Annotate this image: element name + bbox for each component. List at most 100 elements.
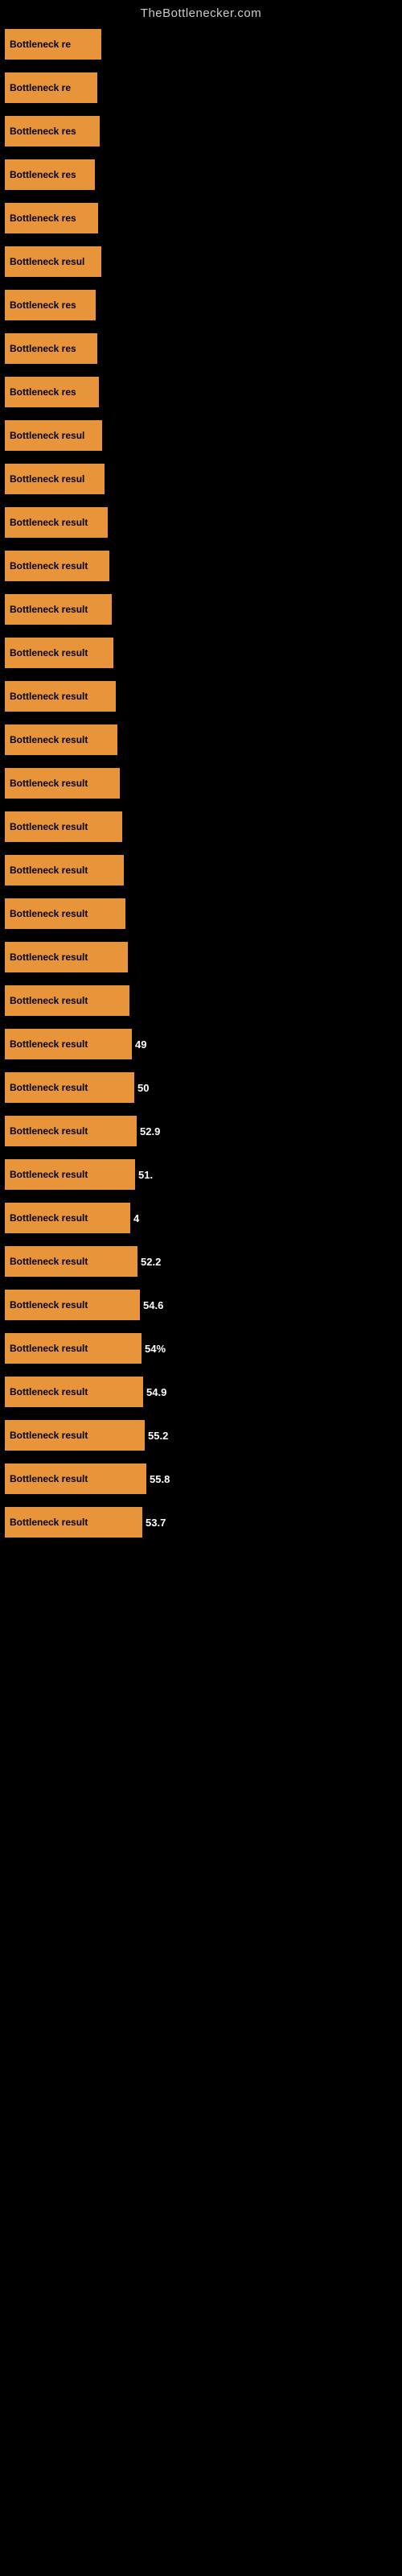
bar-container: Bottleneck result 53.7: [5, 1507, 166, 1538]
list-item: Bottleneck res: [0, 371, 402, 413]
list-item: Bottleneck result54.9: [0, 1371, 402, 1413]
bar-container: Bottleneck result 52.2: [5, 1246, 161, 1277]
list-item: Bottleneck result54.6: [0, 1284, 402, 1326]
bar-container: Bottleneck result50: [5, 1072, 149, 1103]
list-item: Bottleneck result52.9: [0, 1110, 402, 1152]
list-item: Bottleneck res: [0, 154, 402, 196]
bar: Bottleneck result: [5, 507, 108, 538]
bar-container: Bottleneck result54.6: [5, 1290, 163, 1320]
bar-container: Bottleneck res: [5, 116, 100, 147]
bar: Bottleneck result: [5, 1377, 143, 1407]
bar: Bottleneck result: [5, 638, 113, 668]
bar: Bottleneck result: [5, 1072, 134, 1103]
bar: Bottleneck res: [5, 290, 96, 320]
bar-container: Bottleneck res: [5, 377, 99, 407]
bar-value: 52.9: [140, 1125, 160, 1137]
bar-value: 51.: [138, 1169, 153, 1181]
list-item: Bottleneck res: [0, 197, 402, 239]
bar-container: Bottleneck result 55.8: [5, 1463, 170, 1494]
bar-container: Bottleneck re: [5, 72, 97, 103]
list-item: Bottleneck result: [0, 675, 402, 717]
bar-container: Bottleneck resul: [5, 246, 101, 277]
bar-container: Bottleneck result: [5, 724, 117, 755]
list-item: Bottleneck result: [0, 893, 402, 935]
bar: Bottleneck result: [5, 681, 116, 712]
bar: Bottleneck result: [5, 1116, 137, 1146]
list-item: Bottleneck result: [0, 936, 402, 978]
list-item: Bottleneck result49: [0, 1023, 402, 1065]
bar-value: 55.8: [150, 1473, 170, 1485]
bar-container: Bottleneck result: [5, 551, 109, 581]
list-item: Bottleneck result51.: [0, 1154, 402, 1195]
list-item: Bottleneck result: [0, 632, 402, 674]
bar-container: Bottleneck res: [5, 333, 97, 364]
bar-value: 54.6: [143, 1299, 163, 1311]
bar: Bottleneck result: [5, 1203, 130, 1233]
list-item: Bottleneck result: [0, 545, 402, 587]
list-item: Bottleneck result54%: [0, 1327, 402, 1369]
bar-value: 53.7: [146, 1517, 166, 1529]
bar-value: 54.9: [146, 1386, 166, 1398]
bar: Bottleneck re: [5, 72, 97, 103]
list-item: Bottleneck result: [0, 502, 402, 543]
bar: Bottleneck result: [5, 1029, 132, 1059]
bar: Bottleneck result: [5, 1420, 145, 1451]
list-item: Bottleneck result: [0, 762, 402, 804]
bar-value: 52.2: [141, 1256, 161, 1268]
bar: Bottleneck resul: [5, 420, 102, 451]
list-item: Bottleneck result50: [0, 1067, 402, 1108]
bar-container: Bottleneck result: [5, 594, 112, 625]
list-item: Bottleneck result 52.2: [0, 1241, 402, 1282]
bar: Bottleneck resul: [5, 464, 105, 494]
bar: Bottleneck result: [5, 1507, 142, 1538]
bar-container: Bottleneck re: [5, 29, 101, 60]
bar: Bottleneck result: [5, 855, 124, 886]
bar-container: Bottleneck result55.2: [5, 1420, 168, 1451]
bar: Bottleneck result: [5, 724, 117, 755]
list-item: Bottleneck result: [0, 806, 402, 848]
bar: Bottleneck res: [5, 377, 99, 407]
bar-container: Bottleneck result52.9: [5, 1116, 160, 1146]
bar-value: 54%: [145, 1343, 166, 1355]
bar: Bottleneck result: [5, 985, 129, 1016]
list-item: Bottleneck re: [0, 67, 402, 109]
bar-container: Bottleneck res: [5, 159, 95, 190]
bar: Bottleneck resul: [5, 246, 101, 277]
bar: Bottleneck re: [5, 29, 101, 60]
list-item: Bottleneck result 53.7: [0, 1501, 402, 1543]
bar: Bottleneck result: [5, 1463, 146, 1494]
list-item: Bottleneck res: [0, 328, 402, 369]
bar: Bottleneck result: [5, 942, 128, 972]
list-item: Bottleneck res: [0, 110, 402, 152]
list-item: Bottleneck result4: [0, 1197, 402, 1239]
bar: Bottleneck res: [5, 333, 97, 364]
bar: Bottleneck result: [5, 768, 120, 799]
bar-value: 50: [137, 1082, 149, 1094]
site-title: TheBottlenecker.com: [0, 0, 402, 23]
bar-container: Bottleneck result: [5, 898, 125, 929]
list-item: Bottleneck result: [0, 980, 402, 1022]
list-item: Bottleneck result 55.8: [0, 1458, 402, 1500]
bar: Bottleneck result: [5, 811, 122, 842]
bar-container: Bottleneck result: [5, 681, 116, 712]
bar: Bottleneck result: [5, 1333, 142, 1364]
list-item: Bottleneck resul: [0, 458, 402, 500]
bar-container: Bottleneck result: [5, 768, 120, 799]
list-item: Bottleneck result: [0, 719, 402, 761]
list-item: Bottleneck result: [0, 849, 402, 891]
bar-container: Bottleneck result: [5, 507, 108, 538]
bar: Bottleneck result: [5, 1246, 137, 1277]
header: TheBottlenecker.com: [0, 0, 402, 23]
bar-container: Bottleneck result51.: [5, 1159, 153, 1190]
bar-container: Bottleneck result4: [5, 1203, 139, 1233]
bar-container: Bottleneck result54%: [5, 1333, 166, 1364]
list-item: Bottleneck result: [0, 588, 402, 630]
bar-container: Bottleneck res: [5, 203, 98, 233]
bar: Bottleneck result: [5, 898, 125, 929]
bar: Bottleneck res: [5, 116, 100, 147]
bar-value: 55.2: [148, 1430, 168, 1442]
bar-value: 49: [135, 1038, 146, 1051]
list-item: Bottleneck re: [0, 23, 402, 65]
bar: Bottleneck result: [5, 1290, 140, 1320]
bar-container: Bottleneck resul: [5, 464, 105, 494]
